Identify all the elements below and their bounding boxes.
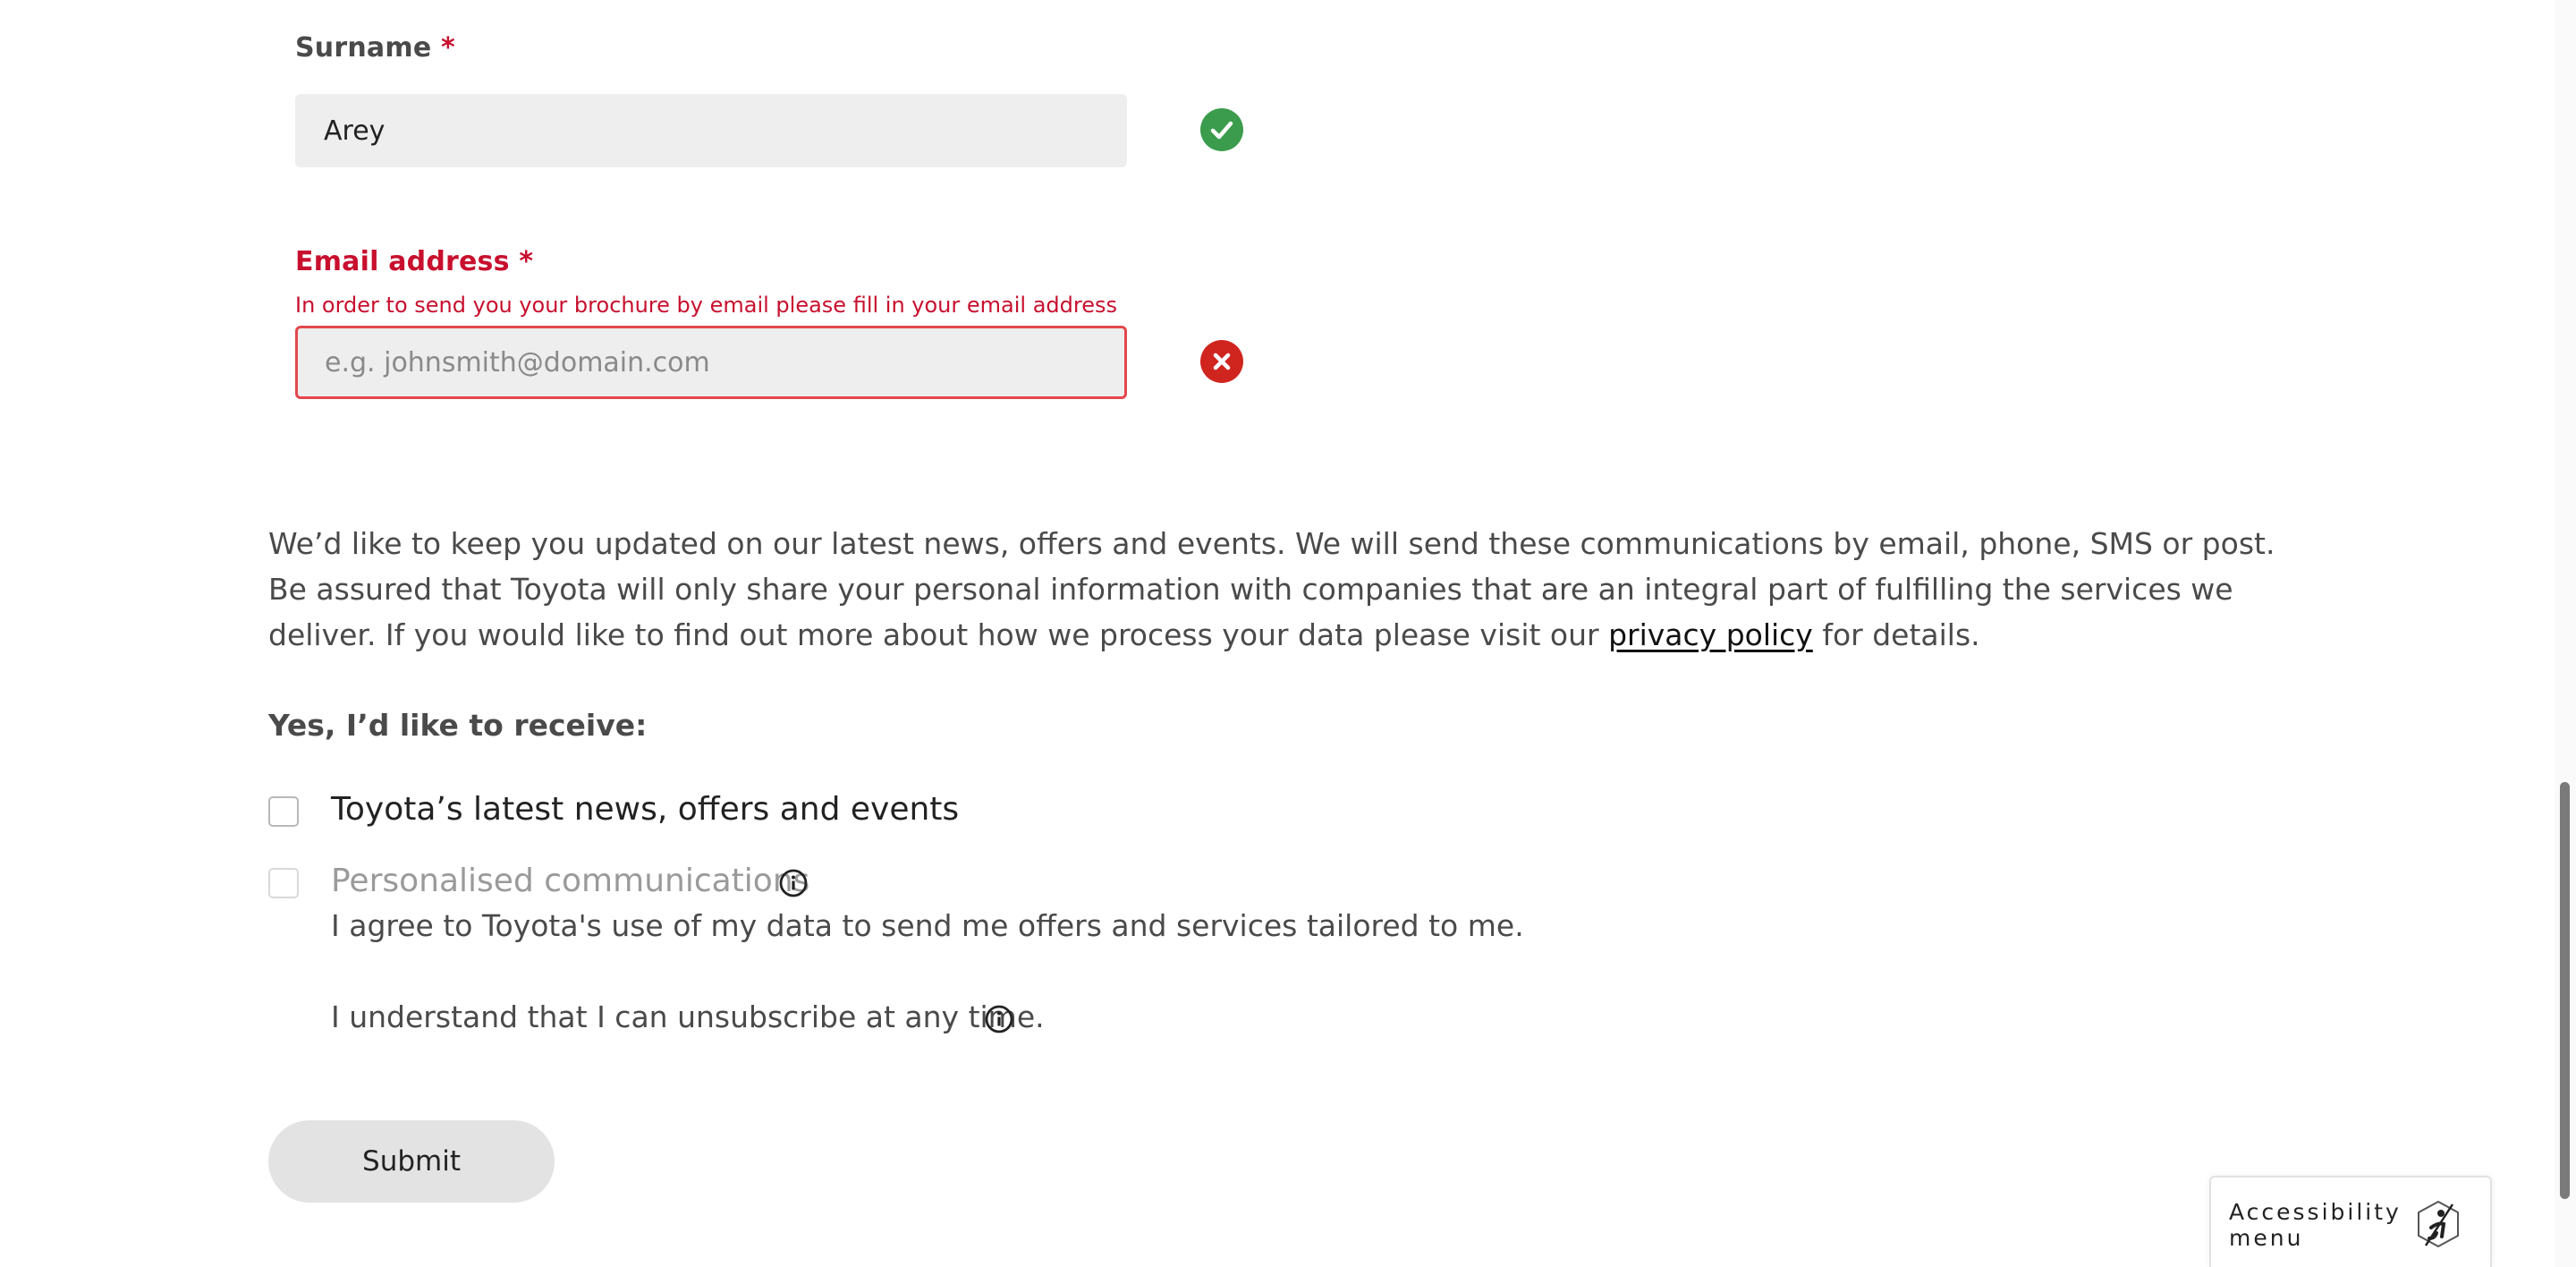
accessibility-menu-label: Accessibility menu	[2229, 1199, 2402, 1251]
personalised-checkbox[interactable]	[268, 868, 299, 898]
email-input[interactable]	[295, 326, 1127, 399]
accessibility-menu-button[interactable]: Accessibility menu	[2209, 1176, 2492, 1267]
surname-label: Surname *	[295, 32, 455, 64]
error-x-icon	[1200, 340, 1243, 383]
surname-input[interactable]	[295, 94, 1127, 167]
scrollbar-thumb[interactable]	[2560, 782, 2570, 1199]
info-icon[interactable]	[778, 868, 809, 898]
unsubscribe-note: I understand that I can unsubscribe at a…	[331, 999, 1045, 1034]
accessibility-icon	[2418, 1200, 2459, 1248]
personalised-note: I agree to Toyota's use of my data to se…	[331, 908, 1524, 943]
consent-text-end: for details.	[1812, 617, 1980, 652]
consent-paragraph: We’d like to keep you updated on our lat…	[268, 521, 2290, 658]
email-label-text: Email address	[295, 246, 510, 277]
personalised-option-label: Personalised communications	[331, 863, 810, 899]
required-asterisk: *	[441, 32, 455, 64]
privacy-policy-link[interactable]: privacy policy	[1608, 617, 1813, 652]
receive-heading: Yes, I’d like to receive:	[268, 708, 648, 743]
check-icon	[1200, 108, 1243, 151]
email-label: Email address *	[295, 246, 533, 277]
brochure-request-form: Surname * Email address * In order to se…	[0, 0, 2576, 1267]
surname-label-text: Surname	[295, 32, 432, 64]
submit-button[interactable]: Submit	[268, 1120, 555, 1203]
required-asterisk: *	[519, 246, 534, 277]
news-option-label[interactable]: Toyota’s latest news, offers and events	[331, 791, 959, 828]
info-icon[interactable]	[984, 1004, 1014, 1034]
news-checkbox[interactable]	[268, 796, 299, 827]
email-error-message: In order to send you your brochure by em…	[295, 293, 1117, 318]
